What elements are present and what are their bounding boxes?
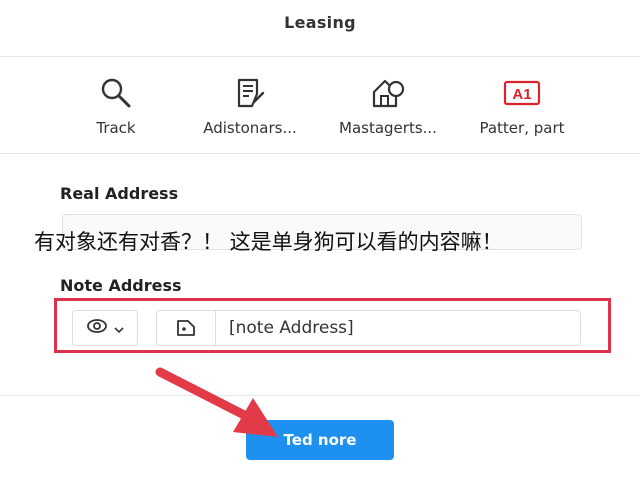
page-title: Leasing xyxy=(284,12,356,32)
tool-track-label: Track xyxy=(96,119,136,137)
eye-icon xyxy=(86,318,110,338)
visibility-select[interactable] xyxy=(72,310,138,346)
search-icon xyxy=(96,75,136,111)
primary-button[interactable]: Ted nore xyxy=(246,420,394,460)
document-edit-icon xyxy=(230,75,270,111)
tool-patter-part-label: Patter, part xyxy=(479,119,565,137)
tool-mastagerts-label: Mastagerts... xyxy=(339,119,437,137)
note-address-value: [note Address] xyxy=(229,318,354,338)
overlay-caption: 有对象还有对香？！ 这是单身狗可以看的内容嘛！ xyxy=(34,230,503,254)
a1-badge-text: A1 xyxy=(512,86,531,103)
toolbar: Track Adistonars... Mastagerts... A1 Pat… xyxy=(0,57,640,154)
tag-icon xyxy=(157,311,216,345)
divider xyxy=(0,395,640,396)
note-address-label: Note Address xyxy=(60,276,182,295)
note-address-field[interactable]: [note Address] xyxy=(156,310,581,346)
tool-adistonars-label: Adistonars... xyxy=(203,119,297,137)
real-address-label: Real Address xyxy=(60,184,179,203)
app-header: Leasing xyxy=(0,0,640,57)
tool-track[interactable]: Track xyxy=(46,75,186,137)
a1-badge-icon: A1 xyxy=(502,75,542,111)
tool-patter-part[interactable]: A1 Patter, part xyxy=(452,75,592,137)
house-icon xyxy=(368,75,408,111)
tool-adistonars[interactable]: Adistonars... xyxy=(180,75,320,137)
chevron-down-icon xyxy=(114,319,124,338)
tool-mastagerts[interactable]: Mastagerts... xyxy=(318,75,458,137)
